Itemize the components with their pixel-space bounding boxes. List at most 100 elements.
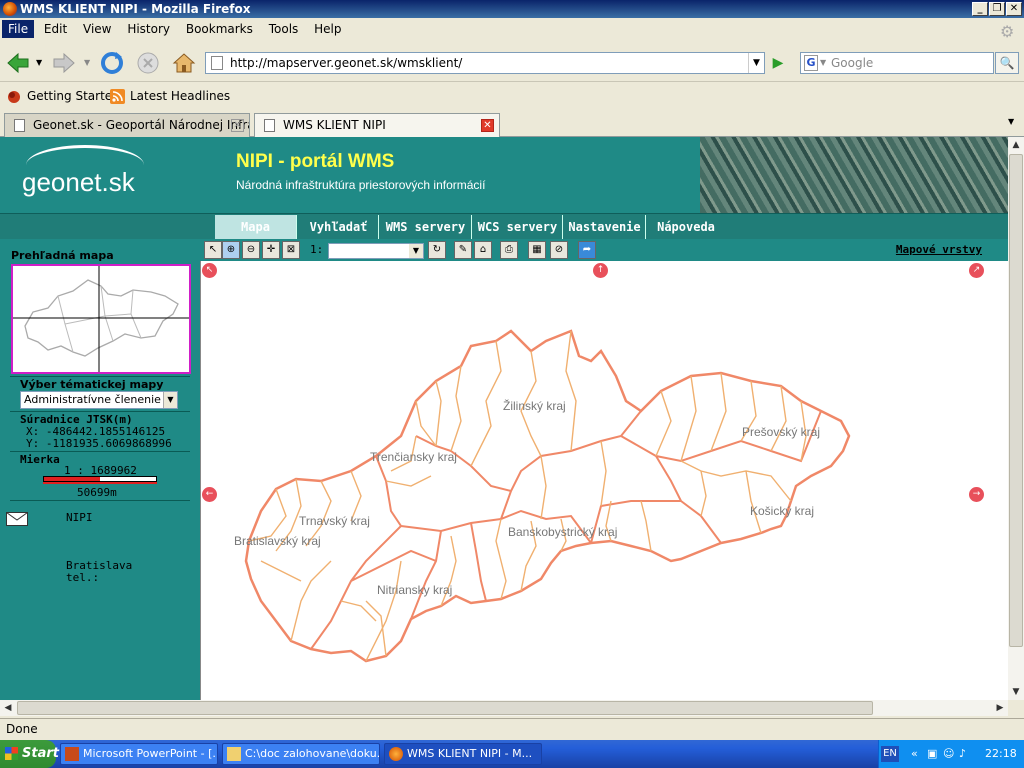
vertical-scrollbar[interactable]: ▲ ▼ [1008,137,1024,700]
site-header: geonet.sk NIPI - portál WMS Národná infr… [0,137,1008,213]
tab-label: WMS KLIENT NIPI [283,118,386,132]
status-text: Done [6,722,38,736]
bookmark-latest-headlines[interactable]: Latest Headlines [110,89,230,104]
start-label: Start [22,746,59,761]
user-icon[interactable]: ☺ [943,740,954,768]
language-indicator[interactable]: EN [881,746,899,762]
horizontal-scroll-thumb[interactable] [17,701,873,715]
search-input[interactable]: G ▼ Google [800,52,994,74]
back-dropdown-icon[interactable]: ▼ [36,58,42,67]
pan-west-icon[interactable]: ← [202,487,217,502]
tab-close-icon[interactable]: ✕ [481,119,494,132]
clock: 22:18 [985,747,1017,760]
forward-dropdown-icon[interactable]: ▼ [84,58,90,67]
zoom-out-icon[interactable]: ⊖ [242,241,260,259]
go-arrow-icon[interactable]: ▶ [768,54,788,72]
pan-north-icon[interactable]: ↑ [593,263,608,278]
back-icon[interactable] [4,50,32,76]
theme-map-label: Výber tématickej mapy [20,378,164,391]
scroll-down-icon[interactable]: ▼ [1008,684,1024,700]
overview-map[interactable] [11,264,191,374]
close-button[interactable]: ✕ [1006,2,1022,16]
export-icon[interactable]: ➦ [578,241,596,259]
pan-icon[interactable]: ✛ [262,241,280,259]
minimize-button[interactable]: _ [972,2,988,16]
nav-wcs-servery[interactable]: WCS servery [473,215,563,239]
tray-expand-icon[interactable]: « [911,740,918,768]
bookmark-getting-started[interactable]: Getting Started [7,89,120,103]
tab-list-icon[interactable]: ▼ [1008,117,1014,126]
divider [10,376,190,377]
pan-northeast-icon[interactable]: ↗ [969,263,984,278]
forward-icon[interactable] [50,50,78,76]
nav-vyhladat[interactable]: Vyhľadať [299,215,379,239]
network-icon[interactable]: ▣ [927,740,937,768]
clear-icon[interactable]: ⊘ [550,241,568,259]
scroll-left-icon[interactable]: ◀ [0,700,16,716]
nav-wms-servery[interactable]: WMS servery [380,215,472,239]
vertical-scroll-thumb[interactable] [1009,154,1023,647]
site-title: NIPI - portál WMS [236,151,395,172]
menu-bookmarks[interactable]: Bookmarks [180,20,259,38]
measure-icon[interactable]: ✎ [454,241,472,259]
tab-geonet[interactable]: Geonet.sk - Geoportál Národnej Infra... … [4,113,250,137]
select-tool-icon[interactable]: ↖ [204,241,222,259]
menu-history[interactable]: History [121,20,176,38]
task-powerpoint[interactable]: Microsoft PowerPoint - [... [60,743,218,765]
nav-nastavenie[interactable]: Nastavenie [564,215,646,239]
divider [10,451,190,452]
stop-icon[interactable] [134,50,162,76]
tab-label: Geonet.sk - Geoportál Národnej Infra... [33,118,250,132]
menu-view[interactable]: View [77,20,117,38]
task-label: C:\doc zalohovane\doku... [245,747,380,760]
menu-help[interactable]: Help [308,20,347,38]
pan-northwest-icon[interactable]: ↖ [202,263,217,278]
document-icon [14,119,25,132]
mail-icon[interactable] [6,512,28,526]
print-icon[interactable]: ⎙ [500,241,518,259]
map-canvas[interactable]: Žilinský kraj Prešovský kraj Trenčiansky… [200,261,990,700]
map-layers-link[interactable]: Mapové vrstvy [896,243,982,256]
task-label: Microsoft PowerPoint - [... [83,747,218,760]
maximize-button[interactable]: ❐ [989,2,1005,16]
tab-wms-klient[interactable]: WMS KLIENT NIPI ✕ [254,113,500,138]
scroll-right-icon[interactable]: ▶ [992,700,1008,716]
horizontal-scrollbar[interactable]: ◀ ▶ [0,700,1008,716]
tab-strip: Geonet.sk - Geoportál Národnej Infra... … [0,111,1024,138]
zoom-in-icon[interactable]: ⊕ [222,241,240,259]
start-button[interactable]: Start [0,740,59,768]
task-firefox[interactable]: WMS KLIENT NIPI - M... [384,743,542,765]
address-dropdown-icon[interactable]: ▼ [748,53,764,73]
region-label-nitriansky: Nitriansky kraj [377,583,453,597]
coord-y: Y: -1181935.6069868996 [26,437,172,450]
task-label: WMS KLIENT NIPI - M... [407,747,533,760]
menu-file[interactable]: File [2,20,35,38]
nav-mapa[interactable]: Mapa [215,215,297,239]
address-bar[interactable]: http://mapserver.geonet.sk/wmsklient/ [205,52,765,74]
engine-dropdown-icon[interactable]: ▼ [820,53,826,73]
divider [10,500,190,501]
scale-label: Mierka [20,453,60,466]
menu-edit[interactable]: Edit [38,20,73,38]
info-icon[interactable]: ⌂ [474,241,492,259]
google-engine-icon[interactable]: G [804,55,818,71]
tab-close-icon[interactable]: ✕ [231,119,244,132]
theme-map-select[interactable]: Administratívne členenie ▼ [20,391,178,409]
page-content: geonet.sk NIPI - portál WMS Národná infr… [0,137,1008,700]
search-magnifier-icon[interactable]: 🔍 [995,52,1019,74]
region-label-presovsky: Prešovský kraj [742,425,821,439]
legend-icon[interactable]: ▦ [528,241,546,259]
full-extent-icon[interactable]: ⊠ [282,241,300,259]
menu-tools[interactable]: Tools [263,20,305,38]
refresh-map-icon[interactable]: ↻ [428,241,446,259]
contact-name: NIPI [66,511,93,524]
scroll-up-icon[interactable]: ▲ [1008,137,1024,153]
reload-icon[interactable] [98,50,126,76]
site-logo[interactable]: geonet.sk [22,167,135,198]
pan-east-icon[interactable]: → [969,487,984,502]
volume-icon[interactable]: ♪ [959,740,966,768]
task-explorer[interactable]: C:\doc zalohovane\doku... [222,743,380,765]
home-icon[interactable] [170,50,198,76]
nav-napoveda[interactable]: Nápoveda [647,215,725,239]
scale-select[interactable]: ▼ [328,243,424,259]
